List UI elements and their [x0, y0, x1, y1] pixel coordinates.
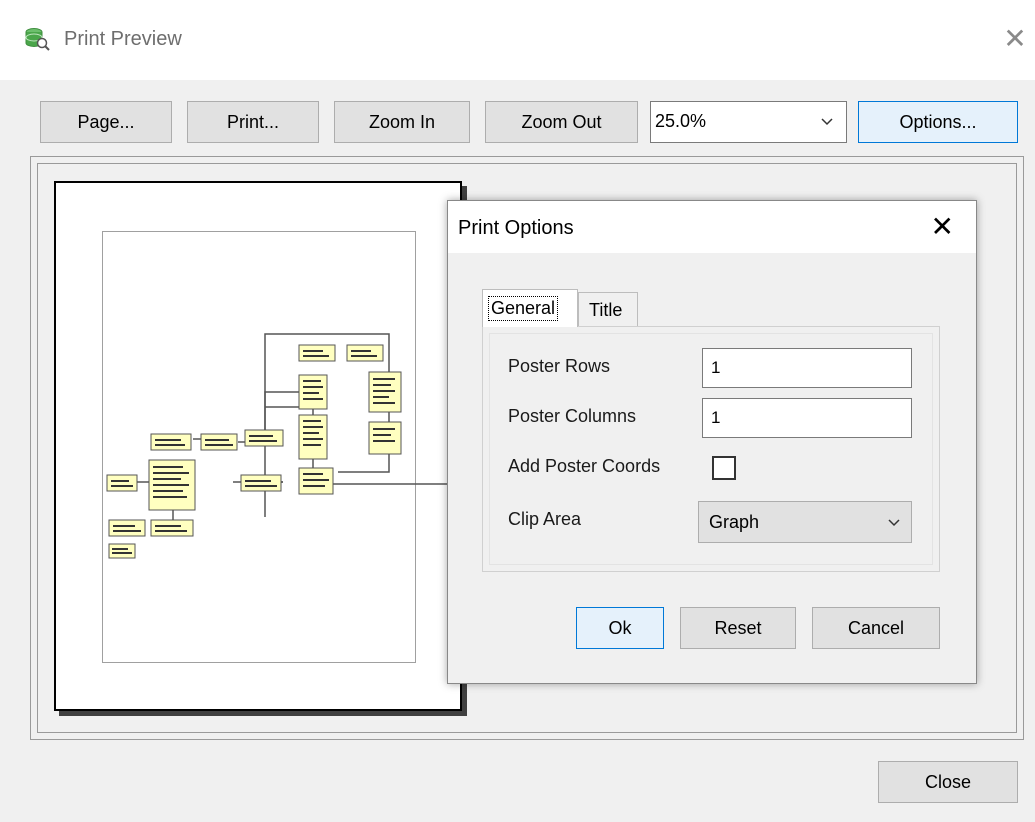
poster-rows-input[interactable]: 1 [702, 348, 912, 388]
add-poster-coords-label: Add Poster Coords [508, 456, 661, 476]
tab-general[interactable]: General [482, 289, 578, 327]
poster-columns-value: 1 [711, 408, 721, 427]
chevron-down-icon [887, 513, 901, 534]
add-poster-coords-checkbox[interactable] [712, 456, 736, 480]
tab-title[interactable]: Title [578, 292, 638, 326]
ok-button[interactable]: Ok [576, 607, 664, 649]
window-title: Print Preview [64, 28, 182, 50]
cancel-button[interactable]: Cancel [812, 607, 940, 649]
poster-rows-label: Poster Rows [508, 356, 611, 376]
dialog-title-bar: Print Options ✕ [448, 201, 976, 253]
close-button[interactable]: Close [878, 761, 1018, 803]
options-button[interactable]: Options... [858, 101, 1018, 143]
dialog-title: Print Options [458, 217, 574, 239]
clip-area-label: Clip Area [508, 509, 582, 529]
page-setup-button[interactable]: Page... [40, 101, 172, 143]
tab-general-label: General [488, 296, 559, 321]
poster-columns-label: Poster Columns [508, 406, 637, 426]
poster-rows-value: 1 [711, 358, 721, 377]
zoom-level-value: 25.0% [655, 111, 707, 131]
tab-title-label: Title [589, 300, 623, 320]
title-bar: Print Preview ✕ [0, 0, 1035, 80]
preview-page [54, 181, 463, 711]
zoom-in-button[interactable]: Zoom In [334, 101, 470, 143]
print-preview-window: Print Preview ✕ Page... Print... Zoom In… [0, 0, 1035, 822]
page-printable-area [102, 231, 463, 663]
clip-area-value: Graph [709, 512, 760, 532]
graph-thumbnail [106, 333, 463, 559]
print-button[interactable]: Print... [187, 101, 319, 143]
zoom-out-button[interactable]: Zoom Out [485, 101, 638, 143]
chevron-down-icon [820, 112, 834, 133]
database-search-icon [24, 26, 50, 52]
zoom-level-select[interactable]: 25.0% [650, 101, 847, 143]
dialog-close-icon[interactable]: ✕ [931, 211, 954, 243]
poster-columns-input[interactable]: 1 [702, 398, 912, 438]
close-icon[interactable]: ✕ [1000, 24, 1030, 54]
clip-area-select[interactable]: Graph [698, 501, 912, 543]
reset-button[interactable]: Reset [680, 607, 796, 649]
